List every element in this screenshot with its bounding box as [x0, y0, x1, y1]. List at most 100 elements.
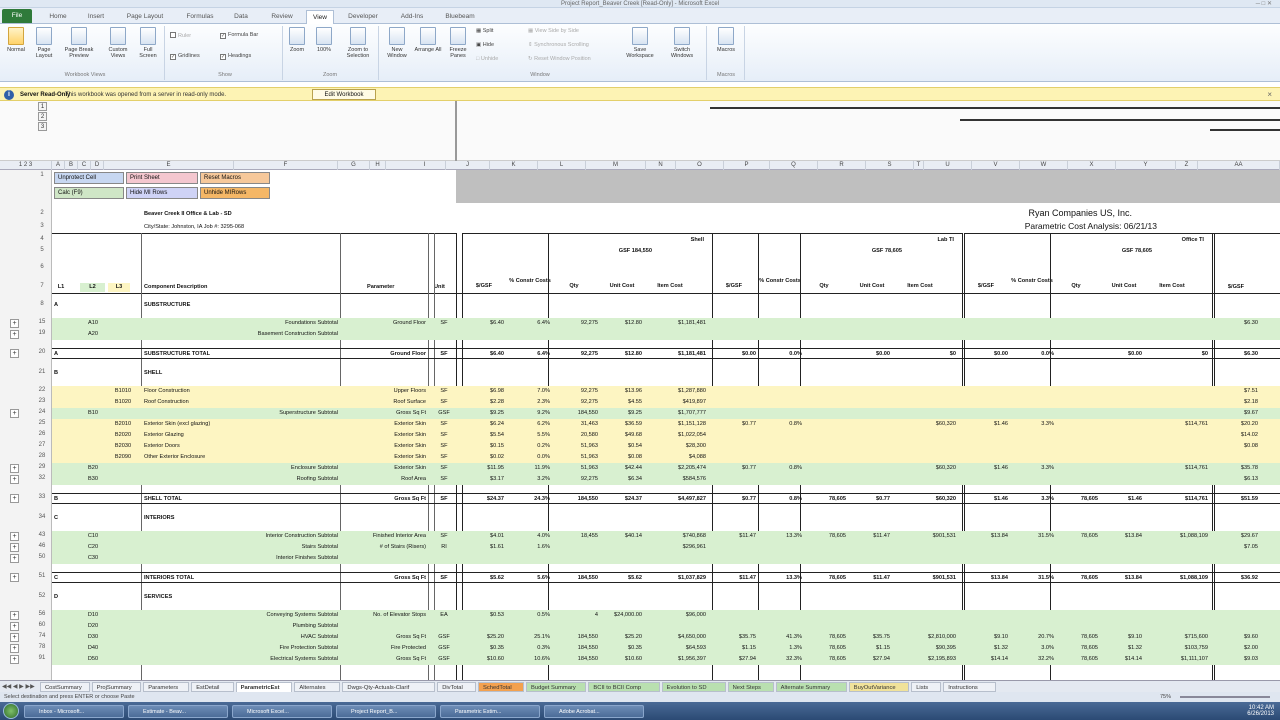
- row-number[interactable]: 7: [32, 283, 52, 289]
- row-number[interactable]: 5: [32, 247, 52, 253]
- taskbar-window-button[interactable]: Project Report_B...: [336, 705, 436, 718]
- col-header-p[interactable]: P: [724, 161, 770, 170]
- expand-row-group-icon[interactable]: +: [10, 330, 19, 339]
- expand-row-group-icon[interactable]: +: [10, 611, 19, 620]
- normal-view-button[interactable]: Normal: [4, 27, 28, 53]
- sheet-tab[interactable]: ProjSummary: [91, 682, 142, 692]
- expand-row-group-icon[interactable]: +: [10, 633, 19, 642]
- arrange-all-button[interactable]: Arrange All: [414, 27, 442, 53]
- sheet-tab[interactable]: BuyOutVariance: [848, 682, 910, 692]
- zoom-100-button[interactable]: 100%: [312, 27, 336, 53]
- zoom-selection-button[interactable]: Zoom to Selection: [340, 27, 376, 59]
- expand-row-group-icon[interactable]: +: [10, 464, 19, 473]
- table-row[interactable]: A SUBSTRUCTURE: [52, 300, 1280, 311]
- expand-row-group-icon[interactable]: +: [10, 543, 19, 552]
- col-header-g[interactable]: G: [338, 161, 370, 170]
- unhide-rows-button[interactable]: Unhide MIRows: [200, 187, 270, 199]
- gridlines-checkbox[interactable]: ✓ Gridlines: [170, 53, 200, 60]
- taskbar-window-button[interactable]: Estimate - Beav...: [128, 705, 228, 718]
- tab-home[interactable]: Home: [44, 10, 72, 24]
- row-number[interactable]: 50: [32, 554, 52, 560]
- col-header-d[interactable]: D: [91, 161, 104, 170]
- expand-row-group-icon[interactable]: +: [10, 644, 19, 653]
- table-row[interactable]: D40 Fire Protection Subtotal Fire Protecte…: [52, 643, 1280, 654]
- tab-data[interactable]: Data: [228, 10, 254, 24]
- reset-window-button[interactable]: ↻ Reset Window Position: [528, 56, 591, 63]
- row-number[interactable]: 3: [32, 223, 52, 229]
- tab-formulas[interactable]: Formulas: [180, 10, 220, 24]
- table-row[interactable]: C30 Interior Finishes Subtotal: [52, 553, 1280, 564]
- col-header-x[interactable]: X: [1068, 161, 1116, 170]
- print-sheet-button[interactable]: Print Sheet: [126, 172, 198, 184]
- expand-row-group-icon[interactable]: +: [10, 475, 19, 484]
- row-number[interactable]: 51: [32, 573, 52, 579]
- col-header-u[interactable]: U: [924, 161, 972, 170]
- row-number[interactable]: 52: [32, 593, 52, 599]
- col-header-n[interactable]: N: [646, 161, 676, 170]
- col-header-e[interactable]: E: [104, 161, 234, 170]
- ruler-checkbox[interactable]: Ruler: [170, 32, 191, 40]
- headings-checkbox[interactable]: ✓ Headings: [220, 53, 251, 60]
- table-row[interactable]: B1020 Roof Construction Roof Surface SF $2.2…: [52, 397, 1280, 408]
- expand-row-group-icon[interactable]: +: [10, 573, 19, 582]
- col-header-aa[interactable]: AA: [1198, 161, 1280, 170]
- col-header-r[interactable]: R: [818, 161, 866, 170]
- zoom-button[interactable]: Zoom: [286, 27, 308, 53]
- save-workspace-button[interactable]: Save Workspace: [624, 27, 656, 59]
- expand-row-group-icon[interactable]: +: [10, 409, 19, 418]
- row-number[interactable]: 15: [32, 319, 52, 325]
- sheet-tab[interactable]: DivTotal: [437, 682, 476, 692]
- table-row[interactable]: B2020 Exterior Glazing Exterior Skin SF $5.5…: [52, 430, 1280, 441]
- table-row[interactable]: B2010 Exterior Skin (excl glazing) Exterio…: [52, 419, 1280, 430]
- outline-level-button[interactable]: 1: [38, 102, 47, 111]
- sheet-tab[interactable]: ParametricEst: [235, 682, 293, 692]
- page-layout-view-button[interactable]: Page Layout: [32, 27, 56, 59]
- taskbar-window-button[interactable]: Adobe Acrobat...: [544, 705, 644, 718]
- table-row[interactable]: D SERVICES: [52, 592, 1280, 603]
- tab-page-layout[interactable]: Page Layout: [118, 10, 172, 24]
- hide-button[interactable]: ▣ Hide: [476, 42, 494, 49]
- sheet-tab[interactable]: Parameters: [143, 682, 190, 692]
- window-controls[interactable]: ─ □ ✕: [1256, 0, 1272, 8]
- expand-row-group-icon[interactable]: +: [10, 622, 19, 631]
- unhide-button[interactable]: □ Unhide: [476, 56, 498, 63]
- zoom-slider[interactable]: [1180, 696, 1270, 698]
- row-number[interactable]: 91: [32, 655, 52, 661]
- row-number[interactable]: 20: [32, 349, 52, 355]
- new-window-button[interactable]: New Window: [382, 27, 412, 59]
- spreadsheet-grid[interactable]: Unprotect Cell Print Sheet Reset Macros …: [52, 170, 1280, 680]
- sheet-nav-arrows-icon[interactable]: ◀◀ ◀ ▶ ▶▶: [2, 683, 35, 690]
- sheet-tab[interactable]: Alternate Summary: [775, 682, 847, 692]
- tab-bluebeam[interactable]: Bluebeam: [438, 10, 482, 24]
- expand-row-group-icon[interactable]: +: [10, 319, 19, 328]
- taskbar-window-button[interactable]: Microsoft Excel...: [232, 705, 332, 718]
- row-number[interactable]: 27: [32, 442, 52, 448]
- col-header-a[interactable]: A: [52, 161, 65, 170]
- reset-macros-button[interactable]: Reset Macros: [200, 172, 270, 184]
- col-header-b[interactable]: B: [65, 161, 78, 170]
- row-number[interactable]: 56: [32, 611, 52, 617]
- col-header-w[interactable]: W: [1020, 161, 1068, 170]
- taskbar-window-button[interactable]: Parametric Estim...: [440, 705, 540, 718]
- tab-review[interactable]: Review: [264, 10, 300, 24]
- freeze-panes-button[interactable]: Freeze Panes: [444, 27, 472, 59]
- split-button[interactable]: ▦ Split: [476, 28, 493, 35]
- sheet-tab[interactable]: Evolution to SD: [661, 682, 726, 692]
- switch-windows-button[interactable]: Switch Windows: [664, 27, 700, 59]
- custom-views-button[interactable]: Custom Views: [104, 27, 132, 59]
- outline-level-button[interactable]: 3: [38, 122, 47, 131]
- table-row[interactable]: C INTERIORS TOTAL Gross Sq Ft SF $5.62 5.6% 18…: [52, 572, 1280, 583]
- table-row[interactable]: D50 Electrical Systems Subtotal Gross Sq F…: [52, 654, 1280, 665]
- col-header-z[interactable]: Z: [1176, 161, 1198, 170]
- row-number[interactable]: 8: [32, 301, 52, 307]
- tab-insert[interactable]: Insert: [82, 10, 110, 24]
- row-number[interactable]: 34: [32, 514, 52, 520]
- sheet-tab[interactable]: Lists: [911, 682, 942, 692]
- expand-row-group-icon[interactable]: +: [10, 349, 19, 358]
- row-number[interactable]: 26: [32, 431, 52, 437]
- row-number[interactable]: 6: [32, 264, 52, 270]
- sheet-tab[interactable]: BCII to BCII Comp: [588, 682, 660, 692]
- row-number[interactable]: 74: [32, 633, 52, 639]
- row-number[interactable]: 2: [32, 210, 52, 216]
- col-header-l[interactable]: L: [538, 161, 586, 170]
